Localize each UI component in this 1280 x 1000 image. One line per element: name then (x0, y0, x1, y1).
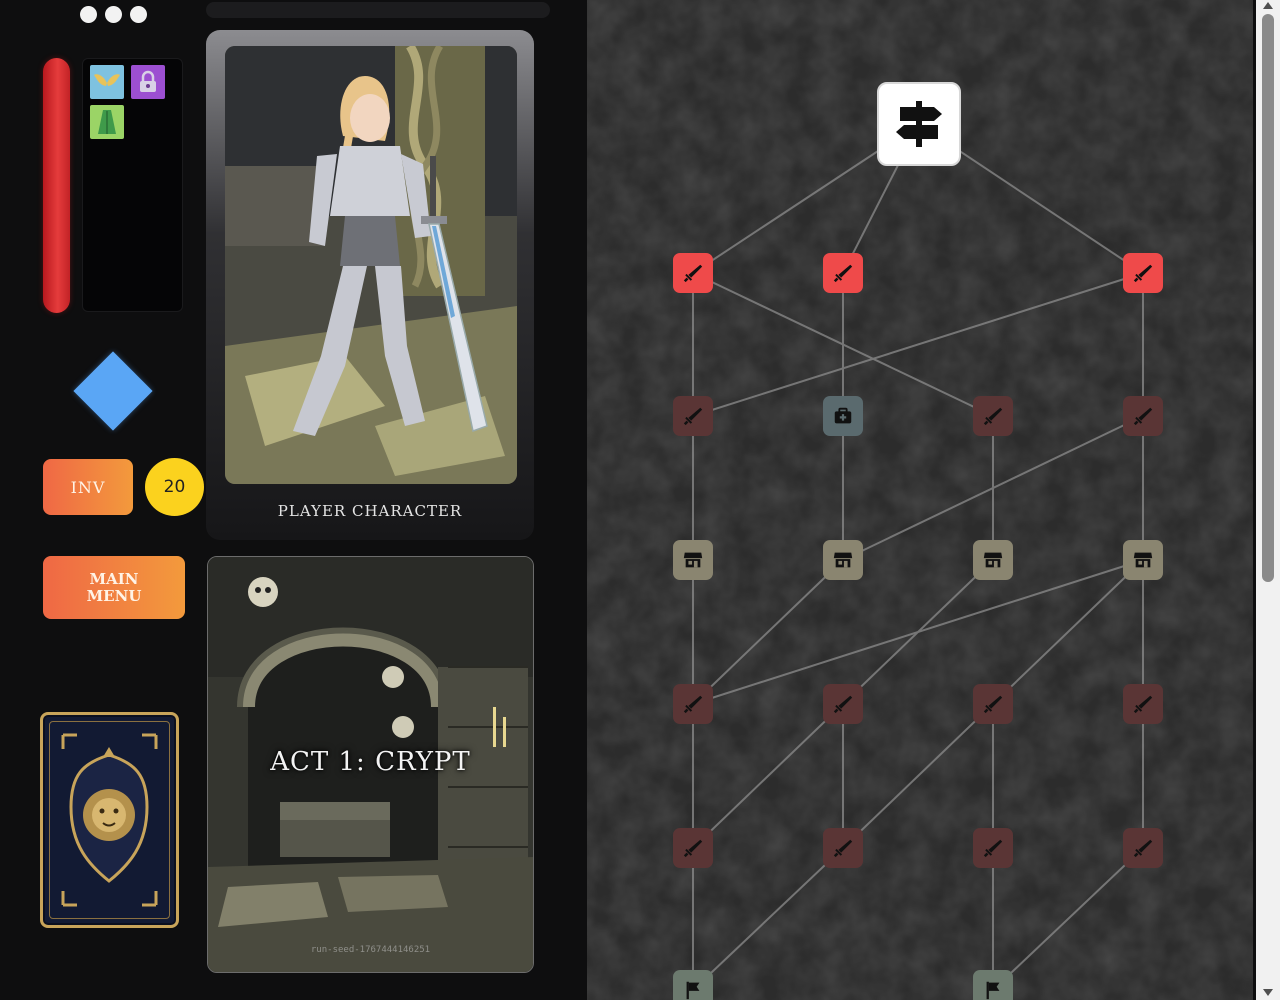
flag-icon (686, 981, 700, 1000)
shop-icon (833, 552, 853, 568)
map-node-end[interactable] (673, 970, 713, 1000)
map-node-combat[interactable] (973, 684, 1013, 724)
sword-icon (1133, 695, 1153, 714)
cloak-icon[interactable] (90, 105, 124, 139)
shop-icon (983, 552, 1003, 568)
map-node-combat[interactable] (673, 396, 713, 436)
map-node-combat[interactable] (1123, 684, 1163, 724)
map-node-combat[interactable] (823, 828, 863, 868)
map-node-shop[interactable] (1123, 540, 1163, 580)
deck-pile[interactable] (40, 712, 179, 928)
act-title: ACT 1: CRYPT (270, 747, 471, 777)
shop-icon (1133, 552, 1153, 568)
sword-icon (983, 695, 1003, 714)
map-node-combat[interactable] (673, 684, 713, 724)
sword-icon (683, 407, 703, 426)
sword-icon (833, 264, 853, 283)
map-node-combat[interactable] (823, 684, 863, 724)
player-character-portrait[interactable] (225, 46, 517, 484)
menu-dot (80, 6, 97, 23)
relic-panel (82, 58, 183, 312)
signpost-icon (896, 101, 942, 147)
sword-icon (683, 695, 703, 714)
energy-gem (73, 351, 153, 431)
map-node-combat[interactable] (973, 828, 1013, 868)
gold-counter: 20 (145, 458, 204, 516)
menu-dot (105, 6, 122, 23)
map-node-combat[interactable] (973, 396, 1013, 436)
map-node-shop[interactable] (673, 540, 713, 580)
map-node-rest[interactable] (823, 396, 863, 436)
sword-icon (1133, 839, 1153, 858)
sword-icon (683, 839, 703, 858)
act-card: ACT 1: CRYPT run-seed-1767444146251 (207, 556, 534, 973)
map-node-end[interactable] (973, 970, 1013, 1000)
scroll-down-arrow[interactable] (1263, 989, 1273, 996)
main-menu-button[interactable]: MAIN MENU (43, 556, 185, 619)
map-node-combat-active[interactable] (673, 253, 713, 293)
player-character-label: PLAYER CHARACTER (277, 502, 463, 520)
map-node-combat-active[interactable] (823, 253, 863, 293)
boss-node[interactable] (877, 82, 961, 166)
map-node-combat[interactable] (673, 828, 713, 868)
top-status-strip (206, 2, 550, 18)
sword-icon (1133, 407, 1153, 426)
map-node-combat[interactable] (1123, 396, 1163, 436)
sword-icon (983, 839, 1003, 858)
run-seed-text: run-seed-1767444146251 (310, 945, 431, 955)
shop-icon (683, 552, 703, 568)
map-node-combat-active[interactable] (1123, 253, 1163, 293)
scroll-up-arrow[interactable] (1263, 2, 1273, 9)
sword-icon (833, 839, 853, 858)
medkit-icon (834, 407, 852, 424)
scrollbar-thumb[interactable] (1262, 14, 1274, 582)
map-node-shop[interactable] (973, 540, 1013, 580)
map-panel (587, 0, 1253, 1000)
flag-icon (986, 981, 1000, 1000)
inventory-button[interactable]: INV (43, 459, 133, 515)
health-bar (43, 58, 70, 313)
sword-icon (983, 407, 1003, 426)
padlock-icon[interactable] (131, 65, 165, 99)
wings-icon[interactable] (90, 65, 124, 99)
menu-dot (130, 6, 147, 23)
sword-icon (833, 695, 853, 714)
map-node-shop[interactable] (823, 540, 863, 580)
lion-crest-icon (61, 733, 158, 907)
sword-icon (683, 264, 703, 283)
sword-icon (1133, 264, 1153, 283)
map-node-combat[interactable] (1123, 828, 1163, 868)
window-menu-dots[interactable] (80, 6, 147, 23)
